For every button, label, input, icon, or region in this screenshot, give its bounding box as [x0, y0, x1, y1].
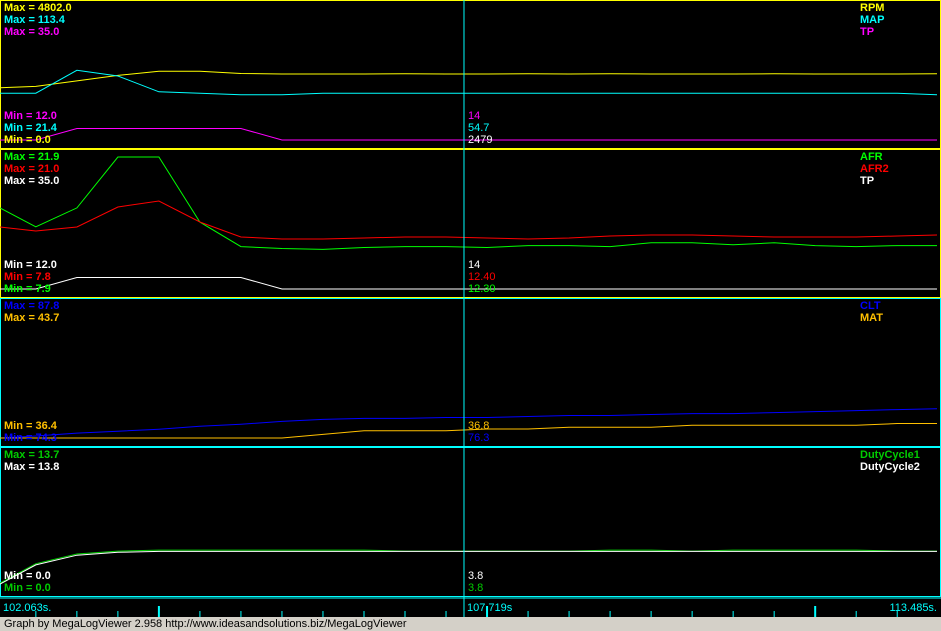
- time-start-label: 102.063s.: [3, 602, 52, 614]
- panel-1-min-label: Min = 21.4: [4, 122, 57, 134]
- panel-3-max-label: Max = 87.8: [4, 300, 60, 312]
- panel-1-max-label: Max = 113.4: [4, 14, 65, 26]
- panel-2-min-label: Min = 7.8: [4, 271, 51, 283]
- panel-2-legend-afr: AFR: [860, 151, 883, 163]
- panel-1-cursor-value: 2479: [468, 134, 493, 146]
- panel-3-legend-clt: CLT: [860, 300, 881, 312]
- panel-2-max-label: Max = 35.0: [4, 175, 60, 187]
- panel-4-max-label: Max = 13.7: [4, 449, 60, 461]
- panel-1-cursor-value: 14: [468, 110, 481, 122]
- panel-4-max-label: Max = 13.8: [4, 461, 60, 473]
- panel-3-min-label: Min = 36.4: [4, 420, 57, 432]
- chart-canvas: [0, 0, 941, 617]
- panel-3-cursor-value: 76.3: [468, 432, 490, 444]
- panel-4-cursor-value: 3.8: [468, 582, 484, 594]
- panel-2-series-afr2: [0, 200, 938, 240]
- panel-3-legend-mat: MAT: [860, 312, 884, 324]
- panel-2-cursor-value: 12.40: [468, 271, 496, 283]
- panel-1-legend-rpm: RPM: [860, 2, 885, 14]
- time-cursor-label: 107.719s: [467, 602, 513, 614]
- panel-1-min-label: Min = 0.0: [4, 134, 51, 146]
- panel-1-max-label: Max = 35.0: [4, 26, 60, 38]
- panel-4-min-label: Min = 0.0: [4, 582, 51, 594]
- panel-1-series-rpm: [0, 70, 938, 89]
- panel-1-legend-tp: TP: [860, 26, 875, 38]
- panel-3-min-label: Min = 74.3: [4, 432, 57, 444]
- panel-1-cursor-value: 54.7: [468, 122, 490, 134]
- panel-2-legend-afr2: AFR2: [860, 163, 889, 175]
- panel-1-max-label: Max = 4802.0: [4, 2, 72, 14]
- panel-1-min-label: Min = 12.0: [4, 110, 57, 122]
- panel-2-cursor-value: 12.30: [468, 283, 496, 295]
- panel-4-legend-dutycycle2: DutyCycle2: [860, 461, 920, 473]
- panel-2-max-label: Max = 21.0: [4, 163, 60, 175]
- panel-2-min-label: Min = 7.9: [4, 283, 51, 295]
- panel-3-cursor-value: 36.8: [468, 420, 490, 432]
- panel-4-cursor-value: 3.8: [468, 570, 484, 582]
- panel-3-max-label: Max = 43.7: [4, 312, 60, 324]
- panel-2-cursor-value: 14: [468, 259, 481, 271]
- panel-4-min-label: Min = 0.0: [4, 570, 51, 582]
- status-footer: Graph by MegaLogViewer 2.958 http://www.…: [0, 617, 941, 631]
- panel-2-max-label: Max = 21.9: [4, 151, 60, 163]
- panel-1-legend-map: MAP: [860, 14, 885, 26]
- panel-4-legend-dutycycle1: DutyCycle1: [860, 449, 920, 461]
- panel-2-legend-tp: TP: [860, 175, 875, 187]
- time-end-label: 113.485s.: [889, 602, 937, 614]
- panel-2-min-label: Min = 12.0: [4, 259, 57, 271]
